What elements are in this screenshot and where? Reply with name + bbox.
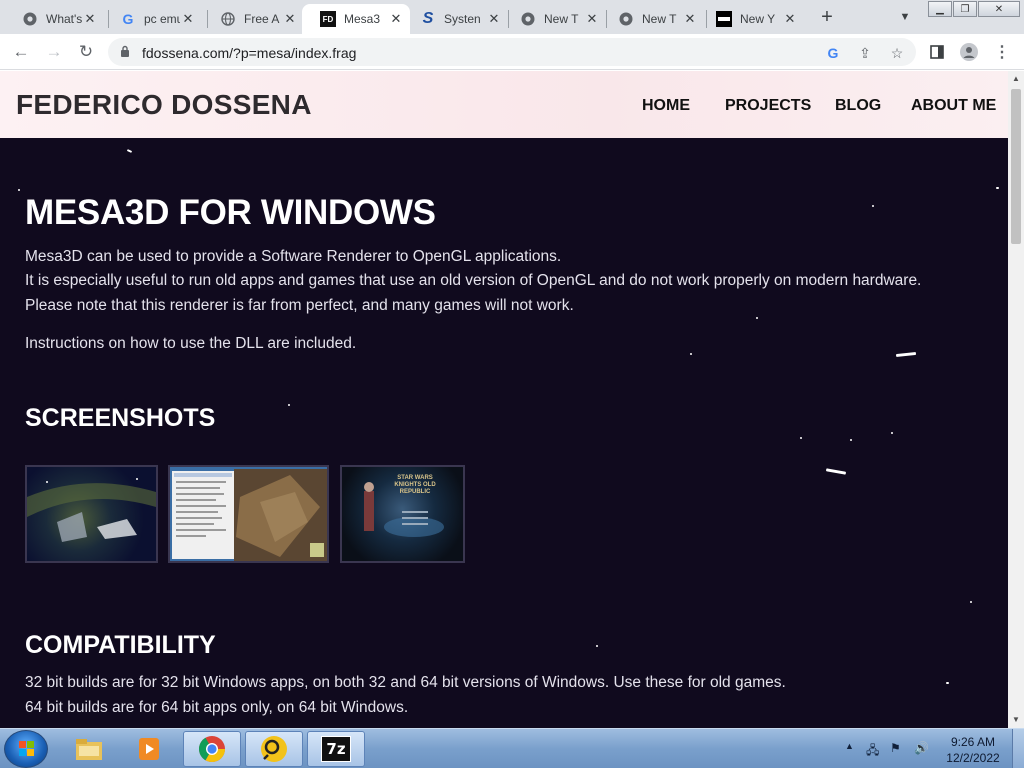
google-translate-icon[interactable]: G [824,44,842,62]
intro-line: Mesa3D can be used to provide a Software… [25,248,562,265]
browser-tab[interactable]: New T ✕ [600,4,704,34]
page-viewport: FEDERICO DOSSENA HOME PROJECTS BLOG ABOU… [0,71,1008,728]
google-icon: G [122,11,134,27]
page-title: MESA3D FOR WINDOWS [25,193,436,232]
chrome-icon [22,11,38,27]
star-decoration [970,601,972,603]
back-button[interactable]: ← [9,40,33,64]
screenshot-3-title: STAR WARS KNIGHTS OLD REPUBLIC [394,475,436,495]
network-icon[interactable]: 🖧 [866,741,879,762]
show-desktop-button[interactable] [1012,729,1024,768]
star-decoration [946,682,949,684]
close-tab-icon[interactable]: ✕ [282,11,298,27]
clock-favicon-icon [716,11,732,27]
chrome-icon[interactable] [183,731,241,767]
browser-toolbar: ← → ↻ fdossena.com/?p=mesa/index.frag G … [0,34,1024,70]
star-decoration [895,351,917,358]
scroll-thumb[interactable] [1011,89,1021,244]
fd-icon: FD [320,11,336,27]
browser-tab-active[interactable]: FD Mesa3 ✕ [302,4,410,34]
close-tab-icon[interactable]: ✕ [782,11,798,27]
star-decoration [996,187,999,189]
minimize-button[interactable]: ▁ [928,1,952,17]
star-decoration [690,353,692,355]
star-decoration [756,317,758,319]
address-bar[interactable]: fdossena.com/?p=mesa/index.frag G ⇪ ☆ [108,38,916,66]
show-hidden-icons-icon[interactable]: ▲ [845,741,854,751]
star-decoration [288,404,290,406]
page-content: MESA3D FOR WINDOWS Mesa3D can be used to… [0,71,1008,728]
star-decoration [850,439,852,441]
start-button[interactable] [4,730,48,768]
compat-line: 32 bit builds are for 32 bit Windows app… [25,674,786,691]
scroll-up-arrow-icon[interactable]: ▲ [1008,71,1024,85]
browser-tab[interactable]: G pc emu ✕ [102,4,202,34]
star-decoration [800,437,802,439]
bookmark-star-icon[interactable]: ☆ [888,44,906,62]
lock-icon[interactable] [120,44,130,57]
star-decoration [596,645,598,647]
compat-line: 64 bit builds are for 64 bit apps only, … [25,699,409,716]
url-text[interactable]: fdossena.com/?p=mesa/index.frag [142,45,356,61]
s-logo-icon: S [422,10,434,27]
system-clock[interactable]: 9:26 AM 12/2/2022 [937,734,1009,766]
close-window-button[interactable]: ✕ [978,1,1020,17]
7zip-icon[interactable]: 7z [307,731,365,767]
star-decoration [891,432,893,434]
browser-tab[interactable]: What's ✕ [4,4,104,34]
scroll-down-arrow-icon[interactable]: ▼ [1008,712,1024,726]
chrome-icon [618,11,634,27]
star-decoration [18,189,20,191]
reload-button[interactable]: ↻ [74,40,98,64]
kebab-menu-icon[interactable]: ⋮ [993,43,1011,61]
screenshot-thumbnail-3[interactable]: STAR WARS KNIGHTS OLD REPUBLIC [340,465,465,563]
media-player-icon[interactable] [120,731,178,767]
screenshots-heading: SCREENSHOTS [25,404,216,432]
browser-tab[interactable]: S Systen ✕ [402,4,508,34]
side-panel-icon[interactable] [928,43,946,61]
new-tab-button[interactable]: + [816,6,838,28]
profile-avatar-icon[interactable] [960,43,978,61]
7zip-label: 7z [321,736,351,762]
browser-tab[interactable]: New T ✕ [502,4,606,34]
close-tab-icon[interactable]: ✕ [584,11,600,27]
teamviewer-icon[interactable] [245,731,303,767]
close-tab-icon[interactable]: ✕ [682,11,698,27]
windows-taskbar: 7z ▲ 🖧 ⚑ 🔊 9:26 AM 12/2/2022 [0,728,1024,768]
volume-icon[interactable]: 🔊 [914,741,929,755]
chrome-icon [520,11,536,27]
restore-button[interactable]: ❐ [953,1,977,17]
browser-tab[interactable]: Free A ✕ [202,4,304,34]
intro-line: It is especially useful to run old apps … [25,272,922,289]
screenshot-thumbnail-2[interactable] [168,465,329,563]
close-tab-icon[interactable]: ✕ [486,11,502,27]
star-decoration [872,205,874,207]
clock-date: 12/2/2022 [946,751,1000,765]
screenshot-thumbnail-1[interactable] [25,465,158,563]
vertical-scrollbar[interactable]: ▲ ▼ [1008,71,1024,728]
clock-time: 9:26 AM [950,735,996,749]
browser-tab[interactable]: New Y ✕ [698,4,804,34]
instructions-text: Instructions on how to use the DLL are i… [25,335,357,352]
tab-strip: What's ✕ G pc emu ✕ Free A ✕ FD Mesa3 ✕ … [0,0,1024,34]
explorer-icon[interactable] [60,731,118,767]
star-decoration [126,149,133,153]
close-tab-icon[interactable]: ✕ [180,11,196,27]
star-decoration [825,468,847,475]
globe-icon [220,11,236,27]
forward-button[interactable]: → [42,40,66,64]
chevron-down-icon[interactable]: ▼ [896,8,914,26]
intro-line: Please note that this renderer is far fr… [25,297,574,314]
compatibility-heading: COMPATIBILITY [25,631,216,659]
share-icon[interactable]: ⇪ [856,44,874,62]
action-center-flag-icon[interactable]: ⚑ [890,741,901,755]
close-tab-icon[interactable]: ✕ [82,11,98,27]
